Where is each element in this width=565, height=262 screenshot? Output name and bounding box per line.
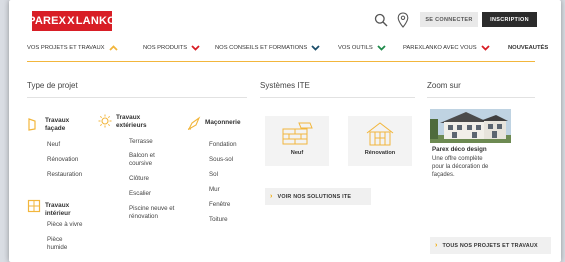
category-title: Maçonnerie: [205, 119, 241, 130]
subcategory-link[interactable]: Piscine neuve et rénovation: [129, 205, 181, 220]
signup-button[interactable]: INSCRIPTION: [482, 12, 537, 27]
nav-item-label: VOS OUTILS: [338, 45, 373, 51]
nav-item-conseils[interactable]: NOS CONSEILS ET FORMATIONS: [215, 41, 320, 55]
logo-text-right: LANKO: [75, 15, 116, 27]
chevron-down-icon: [311, 45, 320, 51]
ite-card-label: Neuf: [290, 150, 304, 156]
section-title-type-projet: Type de projet: [27, 81, 78, 90]
search-icon[interactable]: [374, 13, 388, 27]
subcategory-link[interactable]: Terrasse: [129, 138, 153, 146]
subcategory-link[interactable]: Pièce à vivre: [47, 221, 82, 229]
section-title-zoom-sur: Zoom sur: [427, 81, 461, 90]
sun-icon: [98, 114, 112, 128]
nav-item-nouveautes[interactable]: NOUVEAUTÉS: [508, 41, 548, 55]
category-title-line: Maçonnerie: [205, 119, 241, 126]
section-title-systemes-ite: Systèmes ITE: [260, 81, 310, 90]
logo-text-left: PAREX: [28, 15, 67, 27]
zoom-card-text: Une offre complète pour la décoration de…: [432, 155, 512, 180]
subcategory-link[interactable]: Neuf: [47, 141, 60, 149]
category-title-line: intérieur: [45, 209, 71, 217]
tous-projets-travaux-button[interactable]: › TOUS NOS PROJETS ET TRAVAUX: [430, 237, 551, 254]
nav-item-projets[interactable]: VOS PROJETS ET TRAVAUX: [27, 41, 118, 55]
logo-text-x: X: [67, 15, 75, 27]
category-travaux-facade[interactable]: Travaux façade: [27, 117, 69, 132]
subcategory-link[interactable]: Sol: [209, 171, 218, 179]
window-icon: [27, 199, 41, 213]
nav-item-label: VOS PROJETS ET TRAVAUX: [27, 45, 105, 51]
category-title-line: Travaux: [116, 114, 141, 121]
zoom-card-text-line: façades.: [432, 172, 455, 179]
category-travaux-interieur[interactable]: Travaux intérieur: [27, 199, 71, 217]
nav-item-produits[interactable]: NOS PRODUITS: [143, 41, 200, 55]
nav-item-label: NOUVEAUTÉS: [508, 45, 549, 51]
browser-window: PAREX X LANKO SE CONNECTER INSCRIPTION VOS…: [9, 0, 561, 262]
nav-item-label: NOS PRODUITS: [143, 45, 188, 51]
chevron-down-icon: [191, 45, 200, 51]
category-title: Travaux intérieur: [45, 202, 71, 217]
voir-solutions-ite-button[interactable]: › VOIR NOS SOLUTIONS ITE: [265, 188, 371, 205]
category-title-line: Travaux: [45, 117, 70, 124]
nav-item-label: NOS CONSEILS ET FORMATIONS: [215, 45, 308, 51]
parexlanko-logo[interactable]: PAREX X LANKO: [28, 11, 116, 31]
category-travaux-exterieurs[interactable]: Travaux extérieurs: [98, 114, 147, 129]
subcategory-link[interactable]: Pièce humide: [47, 236, 73, 251]
ite-card-renovation[interactable]: Rénovation: [348, 116, 412, 166]
subcategory-link[interactable]: Rénovation: [47, 156, 78, 164]
chevron-down-icon: [377, 45, 386, 51]
zoom-card-text-line: Une offre complète: [432, 156, 483, 162]
category-title: Travaux façade: [45, 117, 69, 132]
login-button[interactable]: SE CONNECTER: [420, 12, 478, 27]
ite-card-label: Rénovation: [364, 150, 396, 156]
section-divider: [260, 97, 415, 98]
house-icon: [366, 122, 394, 146]
section-divider: [427, 97, 535, 98]
zoom-card-text-line: pour la décoration de: [432, 164, 489, 171]
cta-label: TOUS NOS PROJETS ET TRAVAUX: [442, 242, 538, 249]
trowel-icon: [187, 116, 201, 130]
subcategory-link[interactable]: Sous-sol: [209, 156, 233, 164]
subcategory-link[interactable]: Mur: [209, 186, 220, 194]
category-title-line: extérieurs: [116, 121, 147, 129]
subcategory-link[interactable]: Fenêtre: [209, 201, 230, 209]
category-maconnerie[interactable]: Maçonnerie: [187, 116, 241, 130]
category-title-line: façade: [45, 124, 66, 132]
subcategory-link[interactable]: Restauration: [47, 171, 82, 179]
subcategory-link[interactable]: Toiture: [209, 216, 228, 224]
subcategory-link[interactable]: Escalier: [129, 190, 151, 198]
subcategory-link[interactable]: Clôture: [129, 175, 149, 183]
nav-item-avec-vous[interactable]: PAREXLANKO AVEC VOUS: [403, 41, 490, 55]
main-nav: VOS PROJETS ET TRAVAUX NOS PRODUITS NOS …: [27, 41, 557, 55]
house-photo[interactable]: [430, 109, 511, 143]
nav-active-underline: [27, 61, 535, 62]
zoom-card-title[interactable]: Parex déco design: [432, 146, 487, 153]
chevron-up-icon: [108, 45, 118, 51]
chevron-right-icon: ›: [270, 193, 273, 200]
ite-card-neuf[interactable]: Neuf: [265, 116, 329, 166]
section-divider: [27, 97, 247, 98]
category-title-line: Travaux: [45, 202, 70, 209]
chevron-right-icon: ›: [435, 242, 438, 249]
subcategory-link[interactable]: Fondation: [209, 141, 237, 149]
chevron-down-icon: [480, 45, 490, 51]
location-pin-icon[interactable]: [397, 12, 409, 28]
category-title: Travaux extérieurs: [116, 114, 147, 129]
bricks-icon: [282, 122, 313, 145]
cta-label: VOIR NOS SOLUTIONS ITE: [277, 193, 352, 200]
facade-icon: [28, 118, 36, 131]
nav-item-outils[interactable]: VOS OUTILS: [338, 41, 386, 55]
subcategory-link[interactable]: Balcon et coursive: [129, 152, 175, 167]
nav-item-label: PAREXLANKO AVEC VOUS: [403, 45, 477, 51]
